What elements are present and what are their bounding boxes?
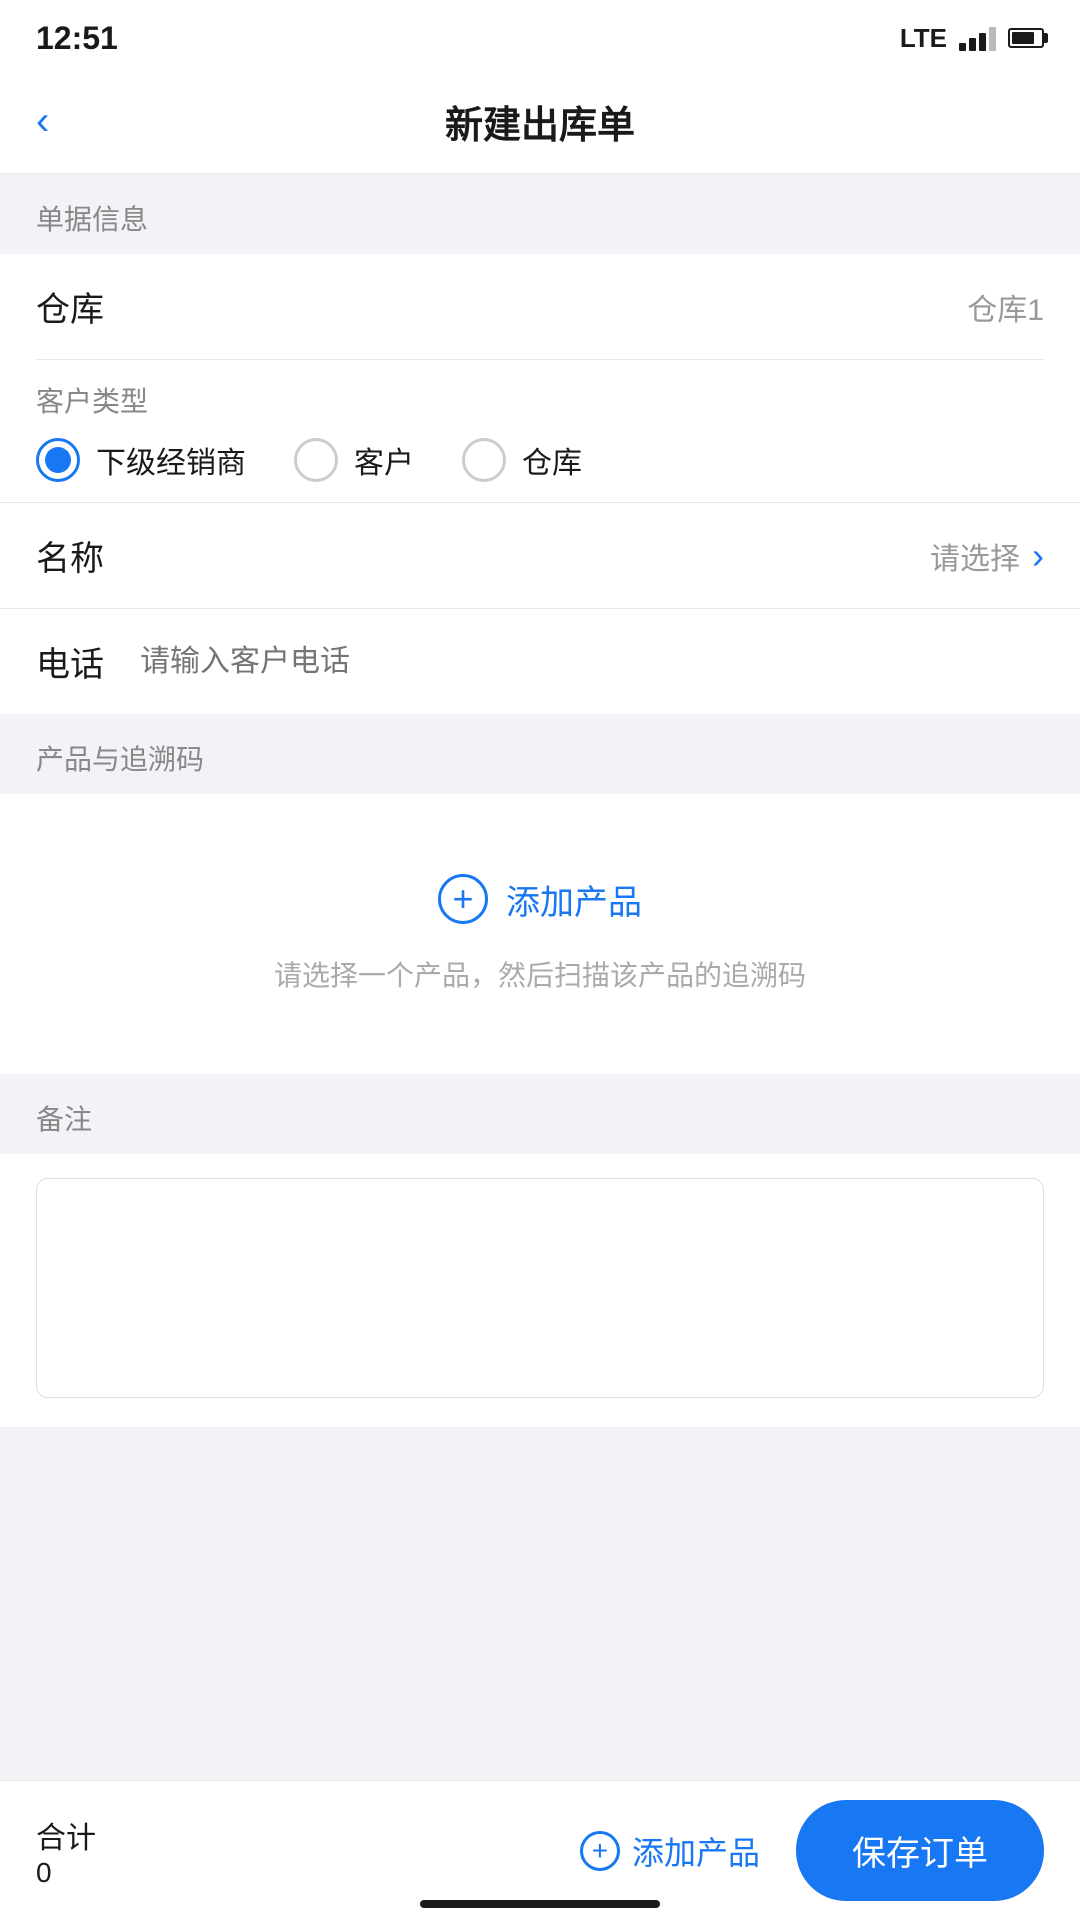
save-order-button[interactable]: 保存订单 [796,1800,1044,1901]
battery-icon [1008,28,1044,48]
add-product-icon: + [438,874,488,924]
status-time: 12:51 [36,20,118,57]
add-product-button[interactable]: + 添加产品 [438,874,642,924]
products-card: + 添加产品 请选择一个产品，然后扫描该产品的追溯码 [0,794,1080,1074]
bottom-add-product-button[interactable]: + 添加产品 [580,1828,760,1874]
radio-circle-customer [294,438,338,482]
notes-input[interactable] [36,1178,1044,1398]
chevron-right-icon: › [1032,535,1044,577]
customer-type-radio-group: 下级经销商 客户 仓库 [36,438,1044,482]
radio-label-warehouse: 仓库 [522,438,582,482]
bottom-bar: 合计 0 + 添加产品 保存订单 [0,1780,1080,1920]
total-value: 0 [36,1857,96,1889]
radio-inner-dealer [45,447,71,473]
radio-circle-dealer [36,438,80,482]
back-button[interactable]: ‹ [36,99,49,144]
total-section: 合计 0 [36,1813,96,1889]
customer-type-section: 客户类型 下级经销商 客户 仓库 [0,360,1080,503]
radio-dealer[interactable]: 下级经销商 [36,438,246,482]
name-row[interactable]: 名称 请选择 › [0,503,1080,609]
document-info-card: 仓库 仓库1 [0,254,1080,360]
warehouse-label: 仓库 [36,282,104,331]
add-product-label: 添加产品 [506,875,642,924]
phone-row: 电话 [0,609,1080,714]
bottom-add-label: 添加产品 [632,1828,760,1874]
name-placeholder: 请选择 [930,534,1020,578]
status-bar: 12:51 LTE [0,0,1080,70]
radio-label-customer: 客户 [354,438,414,482]
signal-icon [959,25,996,51]
bottom-add-icon: + [580,1831,620,1871]
lte-icon: LTE [900,23,947,54]
notes-card [0,1154,1080,1427]
name-label: 名称 [36,531,104,580]
name-select-area: 请选择 › [930,534,1044,578]
radio-circle-warehouse [462,438,506,482]
phone-label: 电话 [36,637,104,686]
status-icons: LTE [900,23,1044,54]
page-title: 新建出库单 [445,94,635,149]
customer-type-label: 客户类型 [36,380,1044,420]
phone-input[interactable] [140,645,1044,679]
total-label: 合计 [36,1813,96,1857]
warehouse-row: 仓库 仓库1 [36,254,1044,360]
home-indicator [420,1900,660,1908]
bottom-actions: + 添加产品 保存订单 [580,1800,1044,1901]
nav-header: ‹ 新建出库单 [0,70,1080,174]
notes-section-label: 备注 [0,1074,1080,1154]
radio-warehouse[interactable]: 仓库 [462,438,582,482]
warehouse-value: 仓库1 [967,285,1044,329]
radio-customer[interactable]: 客户 [294,438,414,482]
product-hint-text: 请选择一个产品，然后扫描该产品的追溯码 [274,954,806,994]
document-info-section-label: 单据信息 [0,174,1080,254]
products-section-label: 产品与追溯码 [0,714,1080,794]
radio-label-dealer: 下级经销商 [96,438,246,482]
